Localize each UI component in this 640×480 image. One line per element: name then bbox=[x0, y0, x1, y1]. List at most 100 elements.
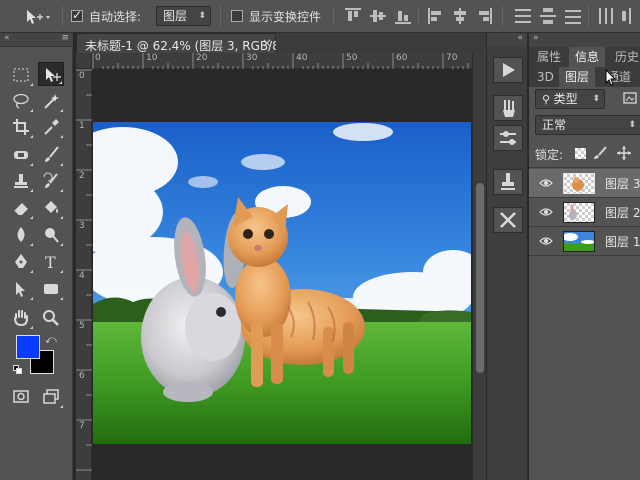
type-tool[interactable]: T bbox=[38, 250, 64, 274]
align-vcenter-icon[interactable] bbox=[370, 8, 386, 24]
tab-layers[interactable]: 图层 bbox=[559, 67, 596, 87]
lock-image-pixels-icon[interactable] bbox=[593, 146, 607, 163]
spot-healing-tool[interactable] bbox=[8, 143, 34, 167]
align-top-icon[interactable] bbox=[345, 8, 361, 24]
distribute-vcenter-icon[interactable] bbox=[540, 8, 556, 24]
auto-select-checkbox[interactable] bbox=[71, 8, 83, 22]
brush-tool[interactable] bbox=[38, 143, 64, 167]
layer-filter-value: 类型 bbox=[553, 92, 578, 106]
pen-tool[interactable] bbox=[8, 250, 34, 274]
lasso-tool[interactable] bbox=[8, 89, 34, 113]
layer-thumbnail-cat bbox=[563, 173, 595, 194]
crop-tool[interactable] bbox=[8, 115, 34, 139]
zoom-tool[interactable] bbox=[38, 306, 64, 330]
align-hcenter-icon[interactable] bbox=[452, 8, 468, 24]
distribute-bottom-icon[interactable] bbox=[565, 8, 581, 24]
move-tool[interactable] bbox=[38, 62, 64, 86]
default-colors-icon[interactable] bbox=[13, 365, 23, 375]
quick-mask-icon[interactable] bbox=[8, 385, 34, 409]
close-document-icon[interactable]: × bbox=[262, 36, 272, 50]
layers-list: 图层 3 图层 2 图层 1 bbox=[529, 167, 640, 257]
lock-label: 锁定: bbox=[535, 148, 564, 162]
swap-colors-icon[interactable]: ⤺ bbox=[45, 333, 57, 347]
move-tool-preset-icon[interactable] bbox=[24, 8, 52, 26]
layer-row[interactable]: 图层 1 bbox=[529, 227, 640, 256]
show-transform-checkbox[interactable] bbox=[231, 10, 243, 22]
foreground-color-swatch[interactable] bbox=[16, 335, 40, 359]
ruler-origin[interactable] bbox=[76, 53, 92, 69]
eyedropper-tool[interactable] bbox=[38, 115, 64, 139]
layer-name: 图层 3 bbox=[605, 177, 640, 191]
second-tab-row: 3D 图层 通道 bbox=[529, 67, 640, 87]
rectangle-shape-tool[interactable] bbox=[38, 277, 64, 301]
layer-thumbnail-landscape bbox=[563, 231, 595, 252]
tools-panel: « ≡ T ⤺ bbox=[0, 33, 73, 480]
document-canvas[interactable] bbox=[93, 122, 471, 444]
screen-mode-icon[interactable] bbox=[38, 385, 64, 409]
dropdown-arrows-icon: ⬍ bbox=[198, 11, 206, 21]
distribute-hcenter-icon[interactable] bbox=[622, 8, 638, 24]
layer-thumbnail-rabbit bbox=[563, 202, 595, 223]
distribute-left-icon[interactable] bbox=[598, 8, 614, 24]
search-icon: ⚲ bbox=[542, 93, 554, 106]
mouse-cursor-icon bbox=[605, 68, 617, 90]
tab-3d[interactable]: 3D bbox=[531, 67, 560, 87]
blend-mode-dropdown[interactable]: 正常 ⬍ bbox=[535, 115, 640, 135]
dropdown-arrows-icon: ⬍ bbox=[628, 120, 636, 130]
scrollbar-thumb[interactable] bbox=[476, 183, 484, 373]
vertical-ruler[interactable]: 0 1 2 3 4 5 6 7 bbox=[76, 69, 92, 480]
visibility-eye-icon[interactable] bbox=[539, 206, 553, 220]
svg-text:T: T bbox=[45, 253, 56, 271]
horizontal-ruler[interactable]: 0 10 20 30 40 50 60 70 bbox=[92, 53, 472, 69]
tool-presets-icon[interactable] bbox=[493, 207, 523, 233]
align-right-icon[interactable] bbox=[476, 8, 492, 24]
panel-dock-strip: « bbox=[486, 33, 528, 480]
distribute-top-icon[interactable] bbox=[515, 8, 531, 24]
rect-marquee-tool[interactable] bbox=[8, 63, 34, 87]
canvas-pasteboard[interactable] bbox=[92, 69, 472, 480]
visibility-eye-icon[interactable] bbox=[539, 177, 553, 191]
layer-row[interactable]: 图层 2 bbox=[529, 198, 640, 227]
clone-source-icon[interactable] bbox=[493, 169, 523, 195]
adjustments-icon[interactable] bbox=[493, 125, 523, 151]
dock-header[interactable]: « bbox=[487, 33, 527, 47]
blur-tool[interactable] bbox=[8, 223, 34, 247]
align-bottom-icon[interactable] bbox=[395, 8, 411, 24]
visibility-eye-icon[interactable] bbox=[539, 235, 553, 249]
layer-row[interactable]: 图层 3 bbox=[529, 169, 640, 198]
paint-bucket-tool[interactable] bbox=[38, 196, 64, 220]
layer-name: 图层 1 bbox=[605, 235, 640, 249]
tab-info[interactable]: 信息 bbox=[569, 47, 606, 67]
layer-name: 图层 2 bbox=[605, 206, 640, 220]
document-tab[interactable]: 未标题-1 @ 62.4% (图层 3, RGB/8) * × bbox=[76, 33, 294, 53]
panel-header[interactable]: » bbox=[529, 33, 640, 47]
auto-select-label: 自动选择: bbox=[89, 10, 142, 24]
magic-wand-tool[interactable] bbox=[38, 89, 64, 113]
dodge-tool[interactable] bbox=[38, 223, 64, 247]
align-left-icon[interactable] bbox=[428, 8, 444, 24]
top-tab-row: 属性 信息 历史 bbox=[529, 47, 640, 67]
auto-select-target-dropdown[interactable]: 图层 ⬍ bbox=[156, 6, 211, 26]
tab-properties[interactable]: 属性 bbox=[531, 47, 567, 67]
clone-stamp-tool[interactable] bbox=[8, 169, 34, 193]
layers-panel-group: » 属性 信息 历史 3D 图层 通道 ⚲ 类型 ⬍ 正常 ⬍ 锁定: 图层 3… bbox=[529, 33, 640, 480]
dropdown-arrows-icon: ⬍ bbox=[592, 94, 600, 104]
show-transform-label: 显示变换控件 bbox=[249, 10, 322, 24]
options-bar: 自动选择: 图层 ⬍ 显示变换控件 bbox=[0, 0, 640, 33]
hand-tool[interactable] bbox=[8, 306, 34, 330]
play-actions-icon[interactable] bbox=[493, 57, 523, 83]
blend-mode-value: 正常 bbox=[542, 118, 567, 132]
tools-panel-header[interactable]: « ≡ bbox=[0, 33, 73, 47]
auto-select-target-value: 图层 bbox=[163, 9, 188, 23]
path-select-tool[interactable] bbox=[8, 277, 34, 301]
document-tab-strip bbox=[276, 33, 486, 53]
layer-filter-dropdown[interactable]: ⚲ 类型 ⬍ bbox=[535, 89, 605, 109]
canvas-vertical-scrollbar[interactable] bbox=[472, 53, 486, 480]
image-filter-icon[interactable] bbox=[623, 91, 637, 105]
lock-position-icon[interactable] bbox=[617, 146, 631, 163]
history-brush-tool[interactable] bbox=[38, 169, 64, 193]
lock-transparent-pixels-icon[interactable] bbox=[575, 148, 586, 159]
brush-presets-icon[interactable] bbox=[493, 95, 523, 121]
eraser-tool[interactable] bbox=[8, 196, 34, 220]
tab-history[interactable]: 历史 bbox=[609, 47, 640, 67]
